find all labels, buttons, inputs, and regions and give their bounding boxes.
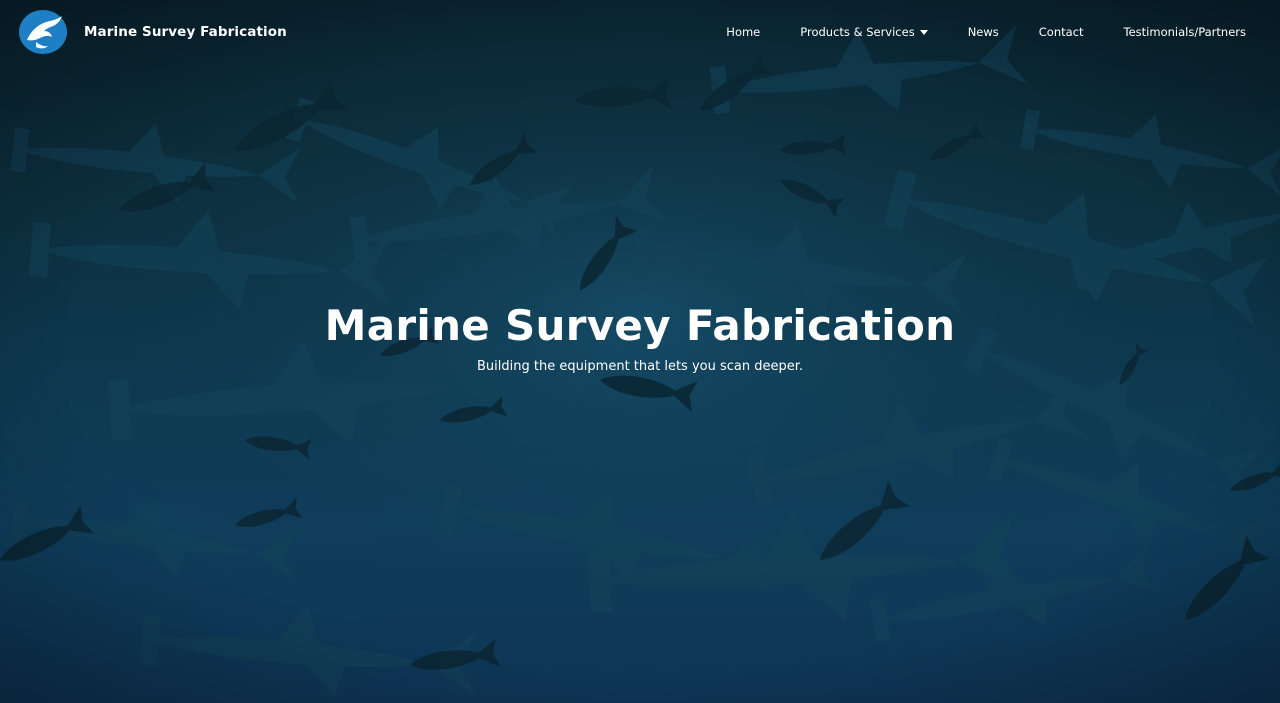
nav-testimonials-partners[interactable]: Testimonials/Partners: [1124, 25, 1246, 39]
hero-section: Marine Survey Fabrication Home Products …: [0, 0, 1280, 703]
brand-name: Marine Survey Fabrication: [84, 24, 287, 40]
shark-logo-icon: [19, 10, 67, 54]
brand-link[interactable]: Marine Survey Fabrication: [18, 9, 287, 55]
caret-down-icon: [919, 30, 928, 35]
nav-products-services-dropdown[interactable]: Products & Services: [800, 25, 928, 39]
nav-news[interactable]: News: [968, 25, 999, 39]
top-navbar: Marine Survey Fabrication Home Products …: [0, 0, 1280, 64]
hero-title: Marine Survey Fabrication: [324, 301, 956, 350]
nav-home-label: Home: [726, 25, 761, 39]
hero-content: Marine Survey Fabrication Building the e…: [0, 296, 1280, 377]
nav-news-label: News: [967, 25, 999, 39]
nav-products-services-label: Products & Services: [800, 25, 915, 39]
nav-contact[interactable]: Contact: [1039, 25, 1084, 39]
hero-subtitle: Building the equipment that lets you sca…: [476, 359, 804, 374]
nav-contact-label: Contact: [1038, 25, 1084, 39]
nav-testimonials-partners-label: Testimonials/Partners: [1123, 25, 1246, 39]
nav-home[interactable]: Home: [726, 25, 760, 39]
nav-links: Home Products & Services News Contact Te…: [726, 25, 1246, 39]
